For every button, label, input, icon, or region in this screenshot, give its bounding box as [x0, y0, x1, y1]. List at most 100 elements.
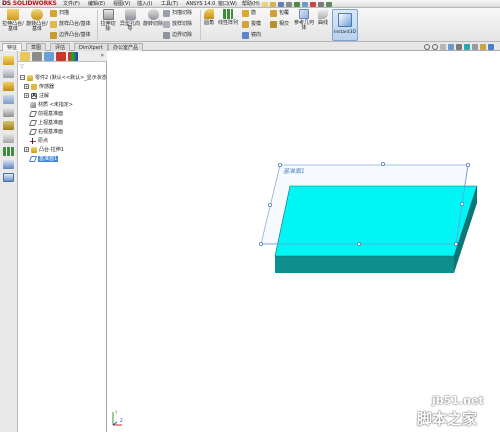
draft-button[interactable]: 拔模 — [242, 21, 261, 28]
fillet-button[interactable]: 圆角 — [202, 9, 216, 26]
plane-handle[interactable] — [267, 202, 272, 207]
curves-button[interactable]: 曲线 — [316, 9, 330, 26]
plane-handle[interactable] — [258, 241, 263, 246]
app-logo-text: SOLIDWORKS — [12, 0, 57, 7]
shell-shortcut-icon[interactable] — [3, 121, 14, 130]
zoom-to-fit-icon[interactable] — [424, 44, 430, 50]
plane-handle[interactable] — [356, 241, 361, 246]
plane-handle[interactable] — [453, 241, 458, 246]
intersect-button[interactable]: 相交 — [270, 21, 289, 28]
linear-pattern-button[interactable]: 线性阵列 — [218, 9, 238, 26]
tab-dimxpert[interactable]: DimXpert — [74, 43, 108, 51]
hole-wizard-button[interactable]: 异型孔向导 — [119, 9, 141, 32]
loft-cut-button[interactable]: 放样切除 — [163, 21, 192, 28]
options-icon[interactable] — [326, 1, 332, 7]
plane-name-label: 基准面1 — [283, 167, 305, 175]
tree-item-plane1[interactable]: 基准面1 — [28, 155, 59, 163]
menu-view[interactable]: 视图(V) — [113, 0, 130, 8]
tree-item-extrude1[interactable]: + 凸台-拉伸1 — [24, 146, 64, 154]
menu-window[interactable]: 窗口(W) — [218, 0, 237, 8]
menu-insert[interactable]: 插入(I) — [137, 0, 152, 8]
menu-tools[interactable]: 工具(T) — [161, 0, 178, 8]
tab-office-products[interactable]: 办公室产品 — [108, 43, 144, 51]
property-manager-tab-icon[interactable] — [32, 52, 42, 61]
pattern-shortcut-icon[interactable] — [3, 147, 14, 156]
loft-boss-button[interactable]: 放样凸台/基体 — [50, 21, 91, 28]
graphics-viewport[interactable]: 基准面1 — [107, 51, 500, 432]
solidworks-logo[interactable]: DS SOLIDWORKS — [2, 0, 57, 8]
loft-boss-label: 放样凸台/基体 — [59, 21, 91, 27]
view-orientation-icon[interactable] — [456, 44, 462, 50]
dimxpert-manager-tab-icon[interactable] — [56, 52, 66, 61]
tree-item-origin[interactable]: 原点 — [30, 137, 48, 145]
tree-item-right-plane[interactable]: 右视基准面 — [28, 128, 63, 136]
plane-handle[interactable] — [465, 162, 470, 167]
extrude-cut-button[interactable]: 拉伸切除 — [99, 9, 117, 32]
mirror-shortcut-icon[interactable] — [3, 160, 14, 169]
section-view-icon[interactable] — [448, 44, 454, 50]
fillet-shortcut-icon[interactable] — [3, 82, 14, 91]
revolve-boss-button[interactable]: 旋转凸台/基体 — [26, 9, 48, 32]
new-document-icon[interactable] — [262, 1, 268, 7]
zoom-to-area-icon[interactable] — [432, 44, 438, 50]
menu-ansys[interactable]: ANSYS 14.0 — [186, 0, 215, 8]
tab-sketch[interactable]: 草图 — [26, 43, 47, 51]
wrap-button[interactable]: 包覆 — [270, 10, 289, 17]
revolve-cut-button[interactable]: 旋转切除 — [143, 9, 163, 27]
extrude-boss-button[interactable]: 拉伸凸台/基体 — [2, 9, 24, 32]
tree-root-part[interactable]: − 零件2 (默认<<默认>_显示状态 — [20, 74, 107, 82]
rib-button[interactable]: 筋 — [242, 10, 256, 17]
expand-toggle-icon[interactable]: + — [24, 147, 29, 152]
plane-handle[interactable] — [459, 201, 464, 206]
menu-file[interactable]: 文件(F) — [63, 0, 80, 8]
tree-item-annotations[interactable]: + A 注解 — [24, 92, 49, 100]
apply-scene-icon[interactable] — [488, 44, 494, 50]
sketch-shortcut-icon[interactable] — [3, 134, 14, 143]
display-manager-tab-icon[interactable] — [68, 52, 78, 61]
feature-tree-tab-icon[interactable] — [20, 52, 30, 61]
configuration-manager-tab-icon[interactable] — [44, 52, 54, 61]
expand-toggle-icon[interactable]: + — [24, 93, 29, 98]
menu-help[interactable]: 帮助(H) — [242, 0, 260, 8]
feature-tree-filter[interactable]: ▽ — [20, 64, 105, 71]
extrude-shortcut-icon[interactable] — [3, 56, 14, 65]
hide-show-items-icon[interactable] — [472, 44, 478, 50]
plane-icon — [28, 128, 38, 135]
curve-shortcut-icon[interactable] — [3, 173, 14, 182]
save-icon[interactable] — [278, 1, 284, 7]
collapse-panel-icon[interactable]: » — [100, 52, 104, 59]
reference-shortcut-icon[interactable] — [3, 95, 14, 104]
tree-item-top-plane[interactable]: 上视基准面 — [28, 119, 64, 127]
tree-item-front-plane[interactable]: 前视基准面 — [28, 110, 63, 118]
tree-item-label: 上视基准面 — [38, 120, 64, 126]
tab-evaluate[interactable]: 评估 — [50, 43, 71, 51]
menu-edit[interactable]: 编辑(E) — [88, 0, 105, 8]
print-icon[interactable] — [286, 1, 292, 7]
open-folder-icon[interactable] — [270, 1, 276, 7]
instant3d-button[interactable]: Instant3D — [332, 9, 358, 41]
expand-toggle-icon[interactable]: − — [20, 75, 25, 80]
sweep-button[interactable]: 扫描 — [50, 10, 69, 17]
plane-handle[interactable] — [380, 161, 385, 166]
file-properties-icon[interactable] — [318, 1, 324, 7]
box-top-face[interactable] — [274, 185, 478, 257]
undo-icon[interactable] — [294, 1, 300, 7]
rebuild-icon[interactable] — [310, 1, 316, 7]
boundary-cut-button[interactable]: 边界切除 — [163, 32, 192, 39]
extrude-boss-label: 拉伸凸台/基体 — [2, 21, 24, 32]
cut-shortcut-icon[interactable] — [3, 69, 14, 78]
expand-toggle-icon[interactable]: + — [24, 84, 29, 89]
tree-item-material[interactable]: 材质 <未指定> — [30, 101, 73, 109]
boundary-boss-button[interactable]: 边界凸台/基体 — [50, 32, 91, 39]
hole-shortcut-icon[interactable] — [3, 108, 14, 117]
reference-geometry-button[interactable]: 参考几何体 — [294, 9, 314, 31]
display-style-icon[interactable] — [464, 44, 470, 50]
previous-view-icon[interactable] — [440, 44, 446, 50]
plane-handle[interactable] — [277, 162, 282, 167]
tree-item-sensors[interactable]: + 传感器 — [24, 83, 54, 91]
sweep-cut-button[interactable]: 扫描切除 — [163, 10, 192, 17]
mirror-button[interactable]: 镜向 — [242, 32, 261, 39]
tab-features[interactable]: 特征 — [2, 43, 23, 51]
select-arrow-icon[interactable] — [302, 1, 308, 7]
edit-appearance-icon[interactable] — [480, 44, 486, 50]
